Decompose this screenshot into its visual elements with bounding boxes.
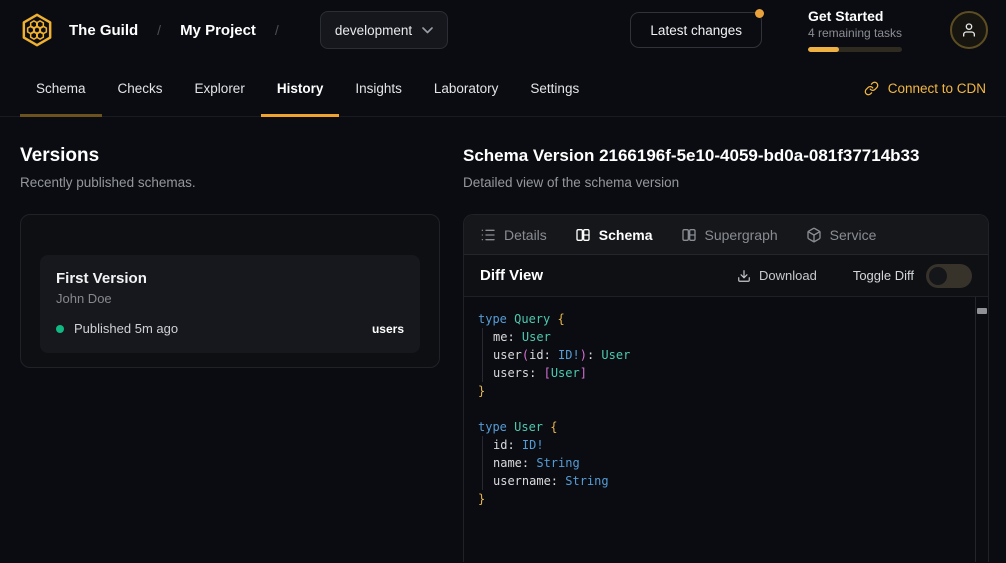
version-list-item[interactable]: First Version John Doe Published 5m ago … [40, 255, 420, 353]
connect-to-cdn-label: Connect to CDN [888, 81, 986, 96]
tab-laboratory[interactable]: Laboratory [418, 60, 515, 116]
chevron-down-icon [422, 27, 433, 34]
code-block: type Query {me: Useruser(id: ID!): Useru… [464, 297, 988, 508]
user-avatar[interactable] [950, 11, 988, 49]
toggle-diff-switch[interactable] [926, 264, 972, 288]
get-started-title: Get Started [808, 8, 904, 24]
environment-dropdown-value: development [335, 23, 412, 38]
version-author: John Doe [56, 291, 404, 306]
detail-tab-label: Details [504, 227, 547, 243]
detail-tab-label: Schema [599, 227, 653, 243]
detail-tab-bar: Details Schema Supergraph Service [464, 215, 988, 255]
version-name: First Version [56, 270, 404, 287]
download-button[interactable]: Download [737, 268, 817, 283]
detail-tab-details[interactable]: Details [480, 227, 547, 243]
diff-view-toolbar: Diff View Download Toggle Diff [464, 255, 988, 297]
latest-changes-label: Latest changes [650, 23, 742, 38]
download-icon [737, 269, 751, 283]
detail-tab-service[interactable]: Service [806, 227, 877, 243]
tab-settings[interactable]: Settings [514, 60, 595, 116]
version-service-badge: users [372, 322, 404, 336]
versions-panel: Versions Recently published schemas. Fir… [20, 145, 440, 368]
schema-version-panel: Schema Version 2166196f-5e10-4059-bd0a-0… [463, 145, 989, 562]
tab-history[interactable]: History [261, 60, 340, 116]
panels-icon [681, 227, 697, 243]
environment-dropdown[interactable]: development [320, 11, 448, 49]
version-status-row: Published 5m ago users [56, 321, 404, 336]
get-started-subtitle: 4 remaining tasks [808, 26, 904, 40]
toggle-knob [929, 267, 947, 285]
panels-icon [575, 227, 591, 243]
target-nav: Schema Checks Explorer History Insights … [0, 60, 1006, 117]
versions-subtitle: Recently published schemas. [20, 175, 440, 190]
link-icon [864, 81, 879, 96]
version-status-text: Published 5m ago [74, 321, 178, 336]
get-started-progress-track [808, 47, 902, 52]
code-scrollbar[interactable] [975, 297, 988, 562]
code-scrollbar-thumb[interactable] [977, 308, 987, 314]
published-status-dot [56, 325, 64, 333]
breadcrumb-separator: / [157, 22, 161, 38]
schema-version-card: Details Schema Supergraph Service [463, 214, 989, 562]
breadcrumb-org[interactable]: The Guild [69, 22, 138, 39]
get-started-widget[interactable]: Get Started 4 remaining tasks [808, 8, 904, 52]
progress-fill [808, 47, 839, 52]
detail-tab-label: Supergraph [705, 227, 778, 243]
schema-version-subtitle: Detailed view of the schema version [463, 175, 989, 190]
detail-tab-label: Service [830, 227, 877, 243]
app-header: The Guild / My Project / development Lat… [0, 0, 1006, 60]
schema-code-viewport[interactable]: type Query {me: Useruser(id: ID!): Useru… [464, 297, 988, 562]
detail-tab-supergraph[interactable]: Supergraph [681, 227, 778, 243]
user-icon [961, 22, 977, 38]
tab-checks[interactable]: Checks [102, 60, 179, 116]
latest-changes-button[interactable]: Latest changes [630, 12, 762, 48]
notification-dot [755, 9, 764, 18]
tab-insights[interactable]: Insights [339, 60, 418, 116]
cube-icon [806, 227, 822, 243]
breadcrumb-project[interactable]: My Project [180, 22, 256, 39]
tab-schema[interactable]: Schema [20, 60, 102, 116]
hive-hexagon-icon [18, 11, 56, 49]
hive-logo[interactable] [18, 11, 56, 49]
tab-explorer[interactable]: Explorer [179, 60, 261, 116]
versions-list-card: First Version John Doe Published 5m ago … [20, 214, 440, 368]
diff-view-title: Diff View [480, 267, 543, 284]
detail-tab-schema[interactable]: Schema [575, 227, 653, 243]
toggle-diff-label: Toggle Diff [853, 268, 914, 283]
breadcrumb-separator: / [275, 22, 279, 38]
connect-to-cdn-link[interactable]: Connect to CDN [864, 60, 986, 116]
schema-version-title: Schema Version 2166196f-5e10-4059-bd0a-0… [463, 145, 989, 167]
versions-title: Versions [20, 145, 440, 167]
list-icon [480, 227, 496, 243]
download-label: Download [759, 268, 817, 283]
